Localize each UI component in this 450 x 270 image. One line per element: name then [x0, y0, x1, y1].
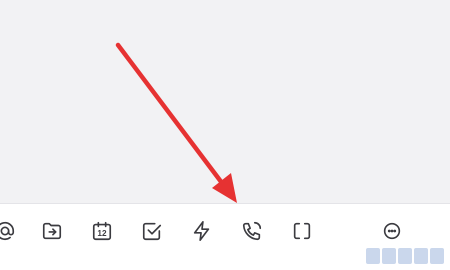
at-sign-icon: [0, 221, 15, 241]
call-button[interactable]: [239, 218, 265, 244]
crop-icon: [293, 222, 311, 240]
app-window: 12: [0, 0, 450, 270]
bottom-toolbar: 12: [0, 203, 450, 270]
folder-arrow-icon: [42, 222, 62, 240]
checkbox-icon: [142, 222, 162, 241]
move-to-folder-button[interactable]: [39, 218, 65, 244]
mention-button[interactable]: [0, 218, 18, 244]
task-button[interactable]: [139, 218, 165, 244]
more-button[interactable]: [379, 218, 405, 244]
quick-action-button[interactable]: [189, 218, 215, 244]
screenshot-button[interactable]: [289, 218, 315, 244]
lightning-icon: [193, 221, 210, 241]
phone-icon: [242, 221, 262, 241]
calendar-icon: 12: [92, 221, 112, 241]
calendar-button[interactable]: 12: [89, 218, 115, 244]
more-icon: [383, 222, 401, 240]
calendar-badge: 12: [97, 229, 107, 238]
content-area: [0, 0, 450, 203]
